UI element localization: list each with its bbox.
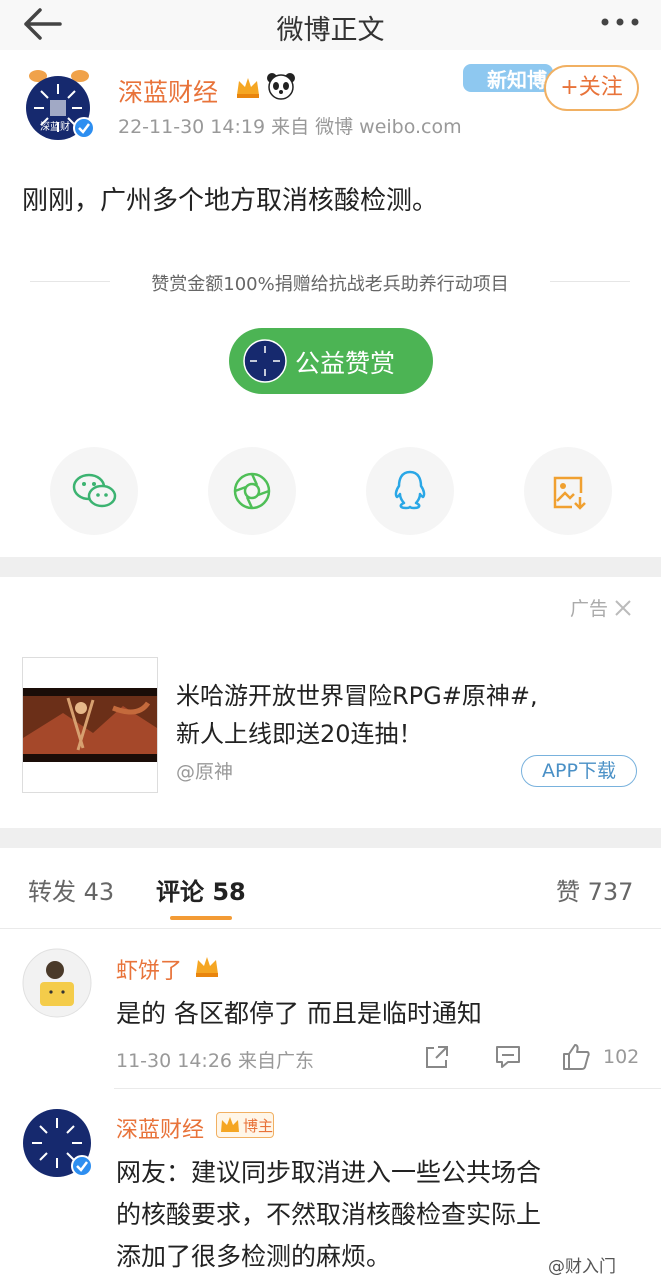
share-icon[interactable] bbox=[424, 1044, 450, 1070]
more-options-icon[interactable] bbox=[598, 4, 642, 40]
avatar-label: 深蓝财 bbox=[40, 122, 70, 133]
qq-icon bbox=[394, 470, 426, 510]
comment-text: 是的 各区都停了 而且是临时通知 bbox=[116, 999, 482, 1028]
app-download-button[interactable]: APP下载 bbox=[521, 755, 637, 787]
tab-repost[interactable]: 转发 43 bbox=[28, 872, 114, 907]
comment-meta: 11-30 14:26 来自广东 bbox=[116, 1050, 315, 1072]
post-content: 刚刚，广州多个地方取消核酸检测。 bbox=[22, 186, 439, 216]
author-name[interactable]: 深蓝财经 bbox=[118, 73, 218, 109]
save-image-button[interactable] bbox=[524, 447, 612, 535]
crown-icon bbox=[221, 1117, 239, 1132]
ad-label-text: 广告 bbox=[570, 598, 609, 620]
ad-thumbnail[interactable] bbox=[22, 657, 158, 793]
commenter-name[interactable]: 虾饼了 bbox=[116, 953, 182, 985]
panda-icon bbox=[266, 72, 296, 104]
share-wechat-button[interactable] bbox=[50, 447, 138, 535]
top-bar: 微博正文 bbox=[0, 0, 661, 50]
topic-banner[interactable]: 新知博 bbox=[463, 60, 553, 96]
author-avatar[interactable]: 深蓝财 bbox=[20, 70, 96, 140]
ad-handle[interactable]: @原神 bbox=[176, 757, 233, 784]
commenter-avatar[interactable] bbox=[22, 948, 92, 1022]
page-title: 微博正文 bbox=[276, 15, 385, 46]
section-separator bbox=[0, 828, 661, 848]
section-separator bbox=[0, 557, 661, 577]
moments-icon bbox=[233, 472, 271, 510]
comment-text-line-1: 网友：建议同步取消进入一些公共场合 bbox=[116, 1158, 542, 1187]
ad-title-line-1[interactable]: 米哈游开放世界冒险RPG#原神#, bbox=[176, 676, 538, 711]
banner-text: 新知博 bbox=[487, 68, 547, 92]
watermark: @财入门 bbox=[548, 1257, 616, 1277]
thumbs-up-icon[interactable] bbox=[561, 1042, 591, 1072]
active-tab-indicator bbox=[170, 916, 232, 920]
comment-text-line-3: 添加了很多检测的麻烦。 bbox=[116, 1242, 392, 1271]
tabs-divider bbox=[0, 928, 661, 929]
charity-reward-button[interactable]: 公益赞赏 bbox=[229, 328, 433, 394]
vip-crown-icon bbox=[193, 954, 221, 982]
reward-note-text: 赞赏金额100%捐赠给抗战老兵助养行动项目 bbox=[151, 274, 509, 295]
save-image-icon bbox=[553, 476, 586, 510]
wechat-icon bbox=[72, 473, 117, 508]
reward-button-label: 公益赞赏 bbox=[295, 349, 396, 378]
commenter-avatar[interactable] bbox=[22, 1108, 94, 1184]
author-badge-label: 博主 bbox=[243, 1117, 274, 1135]
comment-text-line-2: 的核酸要求，不然取消核酸检查实际上 bbox=[116, 1200, 542, 1229]
reply-icon[interactable] bbox=[494, 1044, 522, 1070]
follow-button[interactable]: +关注 bbox=[544, 65, 639, 111]
reward-avatar-icon bbox=[243, 339, 287, 383]
comment-like-count: 102 bbox=[603, 1046, 640, 1068]
reward-note: 赞赏金额100%捐赠给抗战老兵助养行动项目 bbox=[30, 270, 630, 295]
vip-crown-icon bbox=[234, 75, 262, 103]
post-meta: 22-11-30 14:19 来自 微博 weibo.com bbox=[118, 116, 462, 138]
share-qq-button[interactable] bbox=[366, 447, 454, 535]
author-badge: 博主 bbox=[216, 1112, 274, 1138]
ad-title-line-2[interactable]: 新人上线即送20连抽！ bbox=[176, 714, 423, 749]
tab-likes[interactable]: 赞 737 bbox=[556, 872, 633, 907]
close-icon[interactable] bbox=[614, 599, 632, 617]
share-moments-button[interactable] bbox=[208, 447, 296, 535]
ad-label[interactable]: 广告 bbox=[570, 594, 632, 621]
comment-divider bbox=[114, 1088, 661, 1089]
tab-comments[interactable]: 评论 58 bbox=[156, 872, 246, 907]
commenter-name[interactable]: 深蓝财经 bbox=[116, 1112, 204, 1144]
